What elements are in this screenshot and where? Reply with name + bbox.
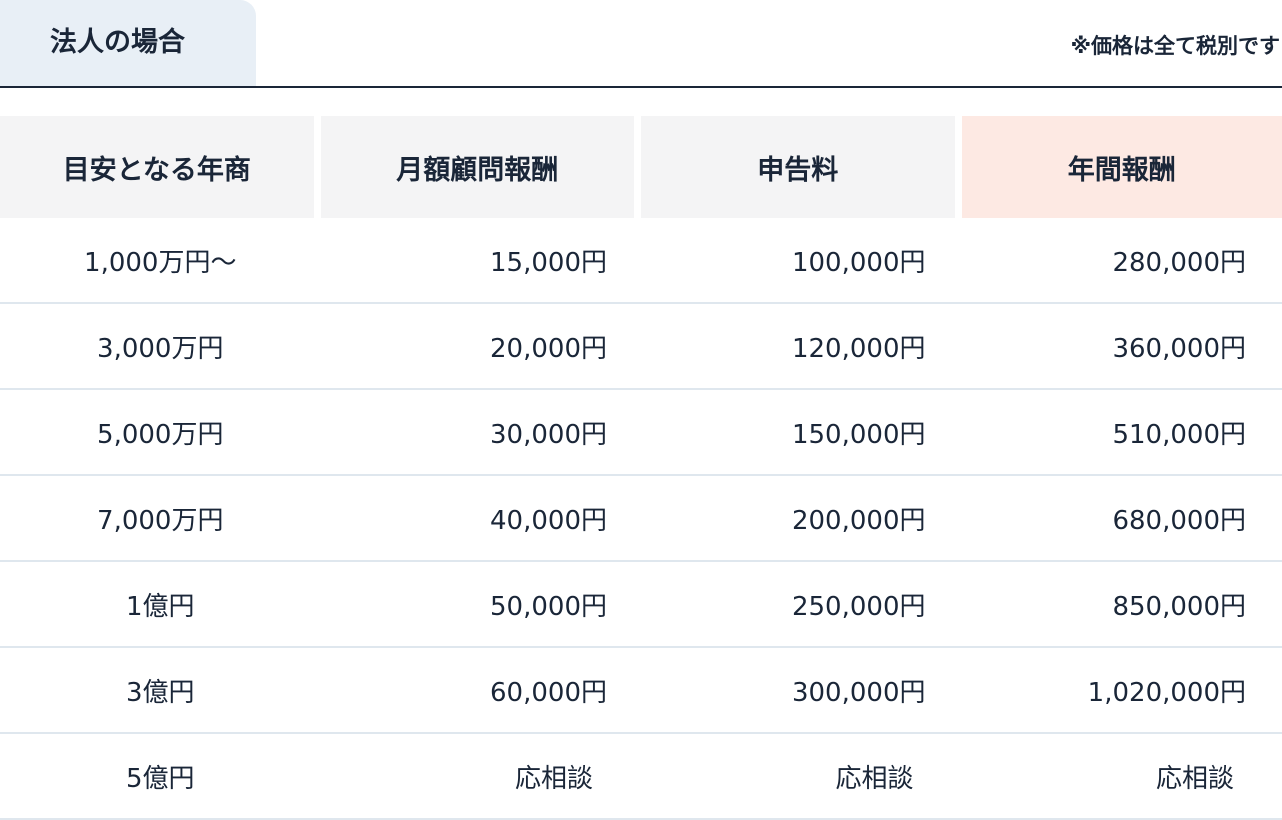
table-row: 1億円 50,000円 250,000円 850,000円	[0, 562, 1282, 648]
cell-monthly-fee: 60,000円	[320, 648, 641, 734]
table-header-row: 目安となる年商 月額顧問報酬 申告料 年間報酬	[0, 116, 1282, 218]
cell-filing-fee: 150,000円	[641, 390, 962, 476]
cell-annual-sales: 5億円	[0, 734, 321, 820]
table-row: 3,000万円 20,000円 120,000円 360,000円	[0, 304, 1282, 390]
cell-annual-sales: 7,000万円	[0, 476, 321, 562]
cell-filing-fee: 300,000円	[641, 648, 962, 734]
cell-annual-sales: 3,000万円	[0, 304, 321, 390]
cell-monthly-fee: 15,000円	[320, 218, 641, 304]
table-row: 7,000万円 40,000円 200,000円 680,000円	[0, 476, 1282, 562]
cell-monthly-fee: 50,000円	[320, 562, 641, 648]
cell-annual-sales: 1億円	[0, 562, 321, 648]
table-row: 1,000万円～ 15,000円 100,000円 280,000円	[0, 218, 1282, 304]
cell-filing-fee: 250,000円	[641, 562, 962, 648]
cell-monthly-fee: 応相談	[320, 734, 641, 820]
cell-annual-fee: 680,000円	[961, 476, 1282, 562]
cell-filing-fee: 100,000円	[641, 218, 962, 304]
header-monthly-fee: 月額顧問報酬	[320, 116, 641, 218]
cell-monthly-fee: 20,000円	[320, 304, 641, 390]
cell-annual-fee: 応相談	[961, 734, 1282, 820]
cell-filing-fee: 200,000円	[641, 476, 962, 562]
cell-annual-fee: 1,020,000円	[961, 648, 1282, 734]
header-annual-fee: 年間報酬	[961, 116, 1282, 218]
table-row: 5億円 応相談 応相談 応相談	[0, 734, 1282, 820]
cell-annual-sales: 3億円	[0, 648, 321, 734]
header-filing-fee: 申告料	[641, 116, 962, 218]
tab-corporate[interactable]: 法人の場合	[0, 0, 256, 86]
tab-bar: 法人の場合 ※価格は全て税別です	[0, 0, 1282, 88]
cell-annual-fee: 850,000円	[961, 562, 1282, 648]
table-row: 5,000万円 30,000円 150,000円 510,000円	[0, 390, 1282, 476]
cell-monthly-fee: 40,000円	[320, 476, 641, 562]
cell-annual-sales: 5,000万円	[0, 390, 321, 476]
cell-annual-fee: 280,000円	[961, 218, 1282, 304]
cell-annual-fee: 360,000円	[961, 304, 1282, 390]
price-table: 目安となる年商 月額顧問報酬 申告料 年間報酬 1,000万円～ 15,000円…	[0, 116, 1282, 820]
cell-filing-fee: 120,000円	[641, 304, 962, 390]
tax-note: ※価格は全て税別です	[1070, 34, 1280, 58]
cell-monthly-fee: 30,000円	[320, 390, 641, 476]
cell-annual-fee: 510,000円	[961, 390, 1282, 476]
cell-filing-fee: 応相談	[641, 734, 962, 820]
cell-annual-sales: 1,000万円～	[0, 218, 321, 304]
table-row: 3億円 60,000円 300,000円 1,020,000円	[0, 648, 1282, 734]
header-annual-sales: 目安となる年商	[0, 116, 321, 218]
